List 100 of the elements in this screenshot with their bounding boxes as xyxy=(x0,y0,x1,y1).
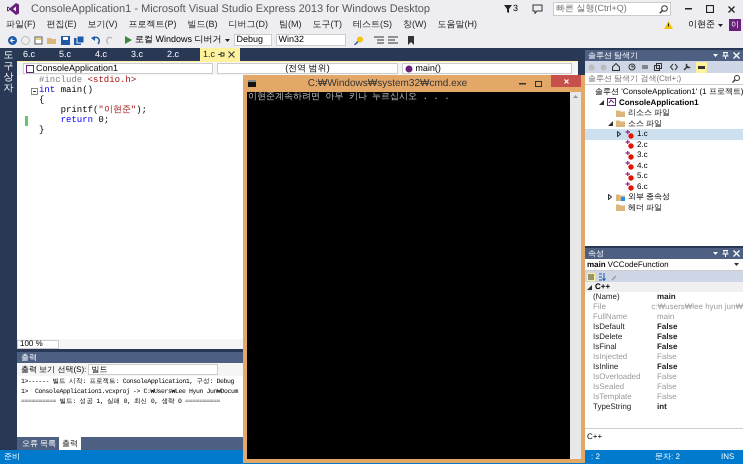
output-source-dropdown[interactable]: 빌드 xyxy=(88,364,218,375)
editor-tab[interactable]: 2.c xyxy=(164,48,200,61)
change-marker xyxy=(25,116,28,126)
configuration-dropdown[interactable]: Debug xyxy=(234,34,272,46)
source-file-icon xyxy=(625,130,634,139)
tree-item[interactable]: 솔루션 'ConsoleApplication1' (1 프로젝트) xyxy=(585,87,743,98)
navigation-dropdown[interactable]: ConsoleApplication1 xyxy=(23,63,213,74)
menu-item[interactable]: 창(W) xyxy=(403,18,426,32)
close-icon[interactable] xyxy=(228,51,236,58)
tree-item[interactable]: 소스 파일 xyxy=(585,118,743,129)
close-icon xyxy=(564,78,568,84)
menu-item[interactable]: 편집(E) xyxy=(46,18,76,32)
speech-bubble-icon[interactable] xyxy=(532,4,543,14)
solution-search-field[interactable]: 솔루션 탐색기 검색(Ctrl+;) xyxy=(585,73,743,85)
caret-icon[interactable] xyxy=(713,252,718,255)
tree-item[interactable]: 외부 종속성 xyxy=(585,192,743,202)
comment-icon[interactable] xyxy=(388,36,398,44)
tree-item[interactable]: 리소스 파일 xyxy=(585,108,743,118)
property-name: FullName xyxy=(593,311,628,323)
menu-item[interactable]: 보기(V) xyxy=(88,18,118,32)
indent-icon[interactable] xyxy=(374,36,384,44)
property-name: File xyxy=(593,301,607,313)
menu-item[interactable]: 빌드(B) xyxy=(188,18,218,32)
code-icon[interactable] xyxy=(670,63,678,71)
caret-icon[interactable] xyxy=(224,38,230,42)
zoom-dropdown[interactable]: 100 % xyxy=(17,340,59,348)
caret-icon[interactable] xyxy=(734,263,739,266)
save-icon[interactable] xyxy=(61,36,70,44)
quick-launch-field[interactable]: 빠른 실행(Ctrl+Q) xyxy=(553,2,671,16)
filter-icon[interactable] xyxy=(504,5,512,13)
expanded-icon[interactable] xyxy=(608,121,612,126)
panel-tab[interactable]: 출력 xyxy=(59,437,82,450)
maximize-icon[interactable] xyxy=(706,5,714,13)
cursor-column: 문자: 2 xyxy=(655,451,721,463)
editor-tab[interactable]: 5.c xyxy=(56,48,92,61)
property-name: IsInjected xyxy=(593,351,628,363)
menu-item[interactable]: 도움말(H) xyxy=(438,18,477,32)
panel-title: 솔루션 탐색기 xyxy=(588,50,640,62)
tree-item[interactable]: 3.c xyxy=(585,150,743,160)
editor-tab[interactable]: 6.c xyxy=(20,48,56,61)
caret-icon[interactable] xyxy=(713,54,718,57)
tree-item[interactable]: 5.c xyxy=(585,171,743,182)
sort-icon[interactable] xyxy=(598,272,606,280)
platform-dropdown[interactable]: Win32 xyxy=(276,34,346,46)
undo-icon[interactable] xyxy=(91,36,101,44)
toolbox-tab[interactable]: 도구 상자 xyxy=(4,50,14,94)
expanded-icon[interactable] xyxy=(587,284,592,290)
menu-item[interactable]: 팀(M) xyxy=(279,18,302,32)
start-debugger-button[interactable]: 로컬 Windows 디버거 xyxy=(135,33,222,47)
navigation-dropdown[interactable]: main() xyxy=(402,63,572,74)
source-file-icon xyxy=(625,172,634,181)
pin-icon[interactable] xyxy=(218,51,226,58)
expanded-icon[interactable] xyxy=(598,100,604,106)
save-all-icon[interactable] xyxy=(74,36,84,44)
code-line: int main() xyxy=(39,84,94,96)
tree-item[interactable]: 6.c xyxy=(585,182,743,192)
menu-item[interactable]: 프로젝트(P) xyxy=(128,18,176,32)
navigation-dropdown[interactable]: (전역 범위) xyxy=(216,63,398,74)
collapsed-icon[interactable] xyxy=(617,131,621,138)
tree-item[interactable]: 1.c xyxy=(585,129,743,140)
new-project-icon[interactable] xyxy=(34,36,43,44)
tree-item[interactable]: ConsoleApplication1 xyxy=(585,98,743,108)
bookmark-icon[interactable] xyxy=(408,36,414,44)
editor-tab[interactable]: 1.c xyxy=(200,48,240,61)
collapse-all-icon[interactable] xyxy=(654,63,662,71)
play-icon xyxy=(125,36,132,44)
user-name[interactable]: 이현준 xyxy=(688,18,715,32)
code-line: printf("이현준"); xyxy=(60,104,148,116)
maximize-icon[interactable] xyxy=(535,80,542,86)
notification-count[interactable]: 3 xyxy=(512,2,518,16)
tree-item[interactable]: 헤더 파일 xyxy=(585,202,743,213)
tree-item[interactable]: 4.c xyxy=(585,160,743,171)
editor-tab[interactable]: 3.c xyxy=(128,48,164,61)
minimize-icon[interactable] xyxy=(685,8,692,10)
source-file-icon xyxy=(625,150,634,160)
menu-item[interactable]: 도구(T) xyxy=(312,18,342,32)
project-icon xyxy=(607,98,616,108)
collapse-icon[interactable] xyxy=(30,88,38,94)
home-icon[interactable] xyxy=(612,63,620,71)
back-icon[interactable] xyxy=(8,36,17,44)
panel-tab[interactable]: 오류 목록 xyxy=(19,437,60,450)
minimize-icon[interactable] xyxy=(519,82,526,84)
caret-icon[interactable] xyxy=(718,24,723,26)
menu-item[interactable]: 파일(F) xyxy=(6,18,36,32)
status-text: 준비 xyxy=(4,451,21,463)
menu-item[interactable]: 디버그(D) xyxy=(228,18,268,32)
user-avatar[interactable]: 이 xyxy=(729,19,741,31)
find-icon[interactable] xyxy=(354,36,364,44)
history-icon[interactable] xyxy=(628,63,636,71)
close-icon[interactable] xyxy=(728,6,735,12)
editor-tab[interactable]: 4.c xyxy=(92,48,128,61)
code-line: } xyxy=(39,124,44,138)
categorized-icon[interactable] xyxy=(587,272,595,280)
preview-toggle[interactable] xyxy=(696,62,707,72)
close-button[interactable] xyxy=(551,75,581,87)
tree-item[interactable]: 2.c xyxy=(585,140,743,150)
menu-item[interactable]: 테스트(S) xyxy=(353,18,392,32)
sync-icon[interactable] xyxy=(641,63,649,71)
property-value: False xyxy=(657,361,678,373)
collapsed-icon[interactable] xyxy=(608,194,612,200)
